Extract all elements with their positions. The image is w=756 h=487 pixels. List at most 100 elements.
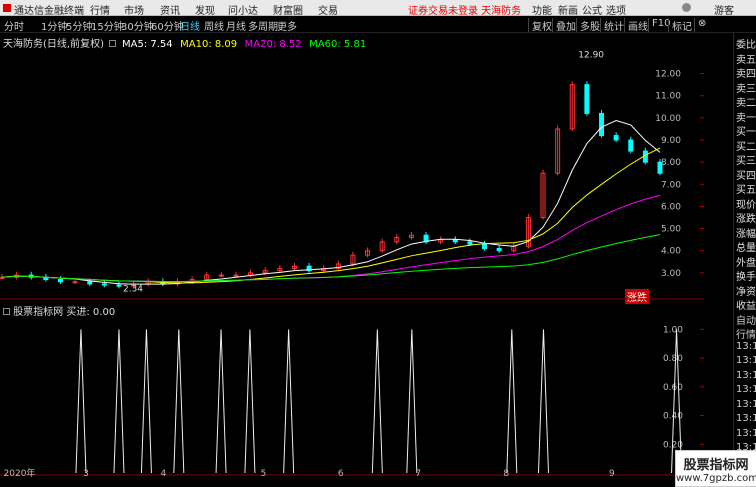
side-panel-item: 买四 xyxy=(736,170,756,182)
price-tick-label: 4.00 xyxy=(661,247,681,257)
menu-new-draw[interactable]: 新画 xyxy=(558,2,578,17)
candle-body xyxy=(584,84,590,114)
tab-timeshare[interactable]: 分时 xyxy=(4,18,24,33)
x-axis-label: 3 xyxy=(83,469,89,477)
tab-more[interactable]: 更多 xyxy=(277,18,297,33)
x-axis-label: 2020年 xyxy=(4,467,36,477)
candle-body xyxy=(57,279,63,283)
candle-body xyxy=(613,135,619,141)
price-tick-label: 11.00 xyxy=(655,92,681,102)
side-panel-item: 13:1 xyxy=(736,384,756,395)
price-tick-label: 9.00 xyxy=(661,136,681,146)
menu-item-wealth[interactable]: 财富圈 xyxy=(273,2,303,17)
tab-60min[interactable]: 60分钟 xyxy=(151,18,184,33)
site-watermark: 股票指标网 www.7gpzb.com xyxy=(675,450,756,487)
side-panel-item: 外盘 xyxy=(736,257,756,269)
tab-15min[interactable]: 15分钟 xyxy=(91,18,124,33)
x-axis-label: 7 xyxy=(415,469,421,477)
buy-signal-spike xyxy=(371,329,383,474)
price-tick-label: 3.00 xyxy=(661,269,681,279)
candle-body xyxy=(599,112,605,137)
candle-body xyxy=(233,274,239,277)
buy-signal-spike xyxy=(215,329,227,474)
candle-body xyxy=(72,281,78,284)
adjust-button[interactable]: 复权 xyxy=(528,18,555,33)
ma60-line xyxy=(1,234,661,282)
x-axis-label: 9 xyxy=(609,469,615,477)
side-panel-item: 自动 xyxy=(736,315,756,327)
candle-body xyxy=(87,281,93,285)
buy-signal-spike xyxy=(283,329,295,474)
low-price-label: 2.34 xyxy=(123,284,143,294)
close-icon[interactable]: ⊗ xyxy=(694,18,709,32)
chart-area[interactable]: 天海防务(日线,前复权) MA5: 7.54 MA10: 8.09 MA20: … xyxy=(0,33,704,477)
side-panel-item: 卖五 xyxy=(736,54,756,66)
side-panel-item: 13:1 xyxy=(736,369,756,381)
menu-options[interactable]: 选项 xyxy=(606,2,626,17)
draw-line-button[interactable]: 画线 xyxy=(624,18,651,33)
price-tick-label: 5.00 xyxy=(661,225,681,235)
menu-item-quotes[interactable]: 行情 xyxy=(90,2,110,17)
side-panel-item: 委比 xyxy=(736,40,756,51)
indicator-tick-label: 0.60 xyxy=(663,383,683,393)
menu-item-discover[interactable]: 发现 xyxy=(195,2,215,17)
tab-monthly[interactable]: 月线 xyxy=(226,18,246,33)
side-panel-item: 现价 xyxy=(736,199,756,211)
buy-signal-spike xyxy=(173,329,185,474)
ma10-line xyxy=(1,147,661,284)
side-panel-item: 净资 xyxy=(736,286,756,298)
menu-item-ask[interactable]: 问小达 xyxy=(228,2,258,17)
multi-stock-button[interactable]: 多股 xyxy=(576,18,603,33)
menu-item-news[interactable]: 资讯 xyxy=(160,2,180,17)
candle-body xyxy=(218,274,224,277)
tab-weekly[interactable]: 周线 xyxy=(204,18,224,33)
user-icon xyxy=(682,3,691,12)
candle-body xyxy=(101,283,107,286)
tab-daily[interactable]: 日线 xyxy=(180,18,200,33)
side-panel-item: 买二 xyxy=(736,141,756,153)
candle-body xyxy=(657,161,663,174)
side-panel-item: 涨幅 xyxy=(736,228,756,240)
side-panel-item: 卖三 xyxy=(736,83,756,95)
candle-body xyxy=(628,139,634,152)
side-panel-item: 卖一 xyxy=(736,112,756,124)
candle-body xyxy=(496,248,502,252)
indicator-tick-label: 0.80 xyxy=(663,354,683,364)
side-panel-item: 买一 xyxy=(736,127,756,138)
menu-function[interactable]: 功能 xyxy=(532,2,552,17)
overlay-button[interactable]: 叠加 xyxy=(552,18,579,33)
x-axis-label: 5 xyxy=(260,469,266,477)
side-panel-item: 收益 xyxy=(736,301,756,312)
mark-button[interactable]: 标记 xyxy=(668,18,695,33)
quote-side-panel: 委比 卖五 卖四 卖三 卖二 卖一 买一 买二 买三 买四 买五 现价 涨跌 涨幅 总量 外盘 换手 净资 收益 自动… xyxy=(733,33,756,477)
buy-signal-spike xyxy=(506,329,518,474)
side-panel-item: 买三 xyxy=(736,156,756,167)
app-logo-icon xyxy=(3,4,11,12)
app-title: 通达信金融终端 xyxy=(14,6,84,17)
buy-signal-spike xyxy=(75,329,87,474)
candle-body xyxy=(452,239,458,243)
side-panel-item: 卖四 xyxy=(736,69,756,80)
tab-1min[interactable]: 1分钟 xyxy=(41,18,67,33)
candle-body xyxy=(467,241,473,245)
menu-item-trade[interactable]: 交易 xyxy=(318,2,338,17)
tab-multi-period[interactable]: 多周期 xyxy=(248,18,278,33)
side-panel-item: 涨跌 xyxy=(736,214,756,225)
side-panel-item: 买五 xyxy=(736,185,756,196)
menu-formula[interactable]: 公式 xyxy=(582,2,602,17)
main-chart-svg: 3.00 4.00 5.00 6.00 7.00 8.00 9.00 10.00 11.00 12… xyxy=(0,51,704,477)
buy-signal-spike xyxy=(406,329,418,474)
watermark-line2: www.7gpzb.com xyxy=(676,473,756,484)
side-panel-item: 13:1 xyxy=(736,427,756,439)
tab-5min[interactable]: 5分钟 xyxy=(66,18,92,33)
stats-button[interactable]: 统计 xyxy=(600,18,627,33)
ma5-line xyxy=(1,119,661,285)
price-tick-label: 6.00 xyxy=(661,202,681,212)
tab-30min[interactable]: 30分钟 xyxy=(121,18,154,33)
menu-item-market[interactable]: 市场 xyxy=(124,2,144,17)
user-guest[interactable]: 游客 xyxy=(714,2,734,17)
side-panel-item: 总量 xyxy=(736,243,756,254)
price-tick-label: 8.00 xyxy=(661,158,681,168)
candle-body xyxy=(482,243,488,249)
side-panel-item: 13:1 xyxy=(736,355,756,366)
